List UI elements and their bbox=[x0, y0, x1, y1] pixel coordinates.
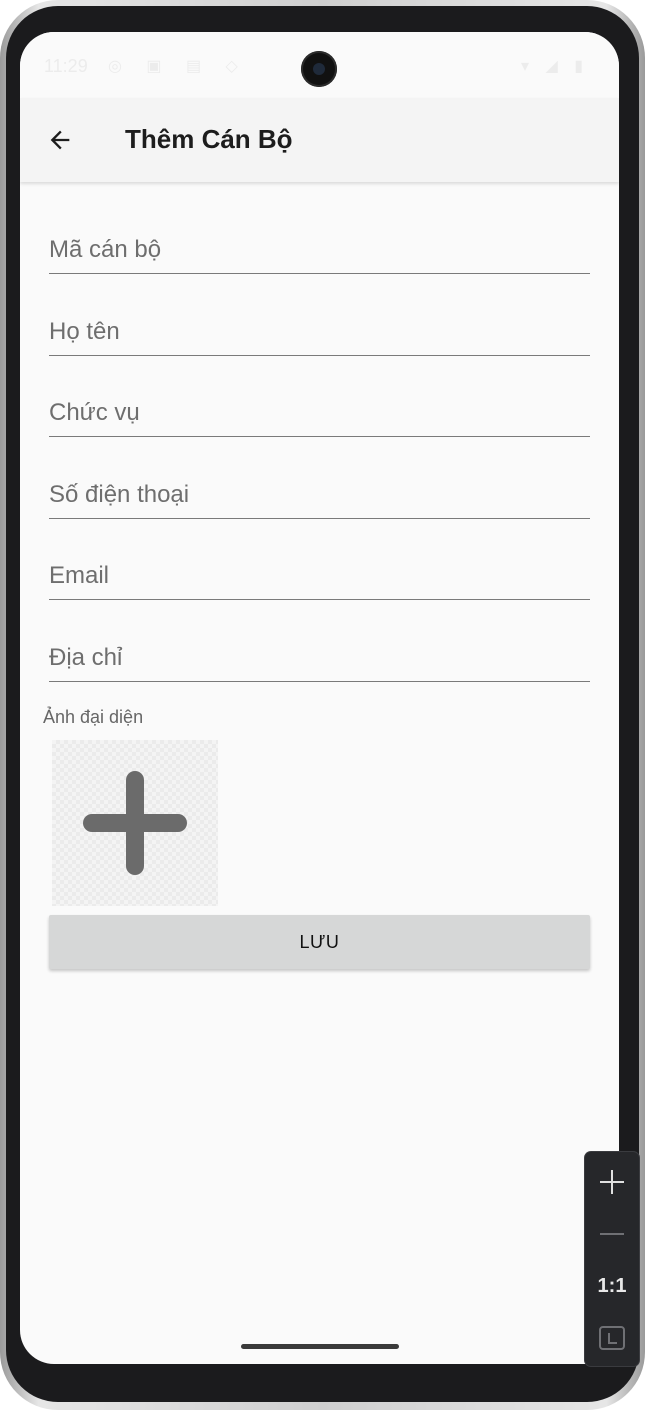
zoom-reset-button[interactable]: 1:1 bbox=[585, 1266, 639, 1306]
zoom-out-button[interactable] bbox=[585, 1214, 639, 1254]
back-button[interactable] bbox=[38, 120, 82, 160]
save-button[interactable]: LƯU bbox=[49, 915, 590, 969]
home-indicator bbox=[241, 1344, 399, 1349]
position-input[interactable] bbox=[49, 396, 590, 430]
status-bar: 11:29 ◎ ▣ ▤ ◇ ▾ ◢ ▮ bbox=[20, 32, 619, 98]
minus-icon bbox=[600, 1233, 624, 1235]
fit-screen-button[interactable] bbox=[585, 1318, 639, 1358]
zoom-in-button[interactable] bbox=[585, 1162, 639, 1202]
address-input[interactable] bbox=[49, 641, 590, 675]
status-system-icons: ▾ ◢ ▮ bbox=[520, 58, 589, 75]
page-title: Thêm Cán Bộ bbox=[125, 124, 293, 154]
status-time: 11:29 bbox=[44, 56, 88, 76]
staff-id-input[interactable] bbox=[49, 233, 590, 267]
full-name-field bbox=[49, 307, 590, 356]
full-name-input[interactable] bbox=[49, 315, 590, 349]
zoom-ratio-label: 1:1 bbox=[597, 1274, 627, 1297]
front-camera bbox=[301, 51, 337, 87]
plus-icon bbox=[83, 771, 187, 875]
fit-screen-icon bbox=[599, 1326, 625, 1350]
avatar-label: Ảnh đại diện bbox=[43, 707, 144, 727]
plus-icon bbox=[600, 1170, 624, 1194]
phone-input[interactable] bbox=[49, 478, 590, 512]
avatar-picker[interactable] bbox=[52, 740, 218, 906]
status-notification-icons: ◎ ▣ ▤ ◇ bbox=[108, 58, 248, 75]
arrow-back-icon bbox=[50, 130, 70, 150]
address-field bbox=[49, 633, 590, 682]
email-input[interactable] bbox=[49, 559, 590, 593]
email-field bbox=[49, 551, 590, 600]
app-bar: Thêm Cán Bộ bbox=[20, 98, 619, 182]
phone-screen: 11:29 ◎ ▣ ▤ ◇ ▾ ◢ ▮ Thêm Cán Bộ Ảnh đại … bbox=[20, 32, 619, 1364]
emulator-zoom-panel: 1:1 bbox=[585, 1152, 639, 1366]
position-field bbox=[49, 388, 590, 437]
phone-field bbox=[49, 470, 590, 519]
staff-id-field bbox=[49, 225, 590, 274]
